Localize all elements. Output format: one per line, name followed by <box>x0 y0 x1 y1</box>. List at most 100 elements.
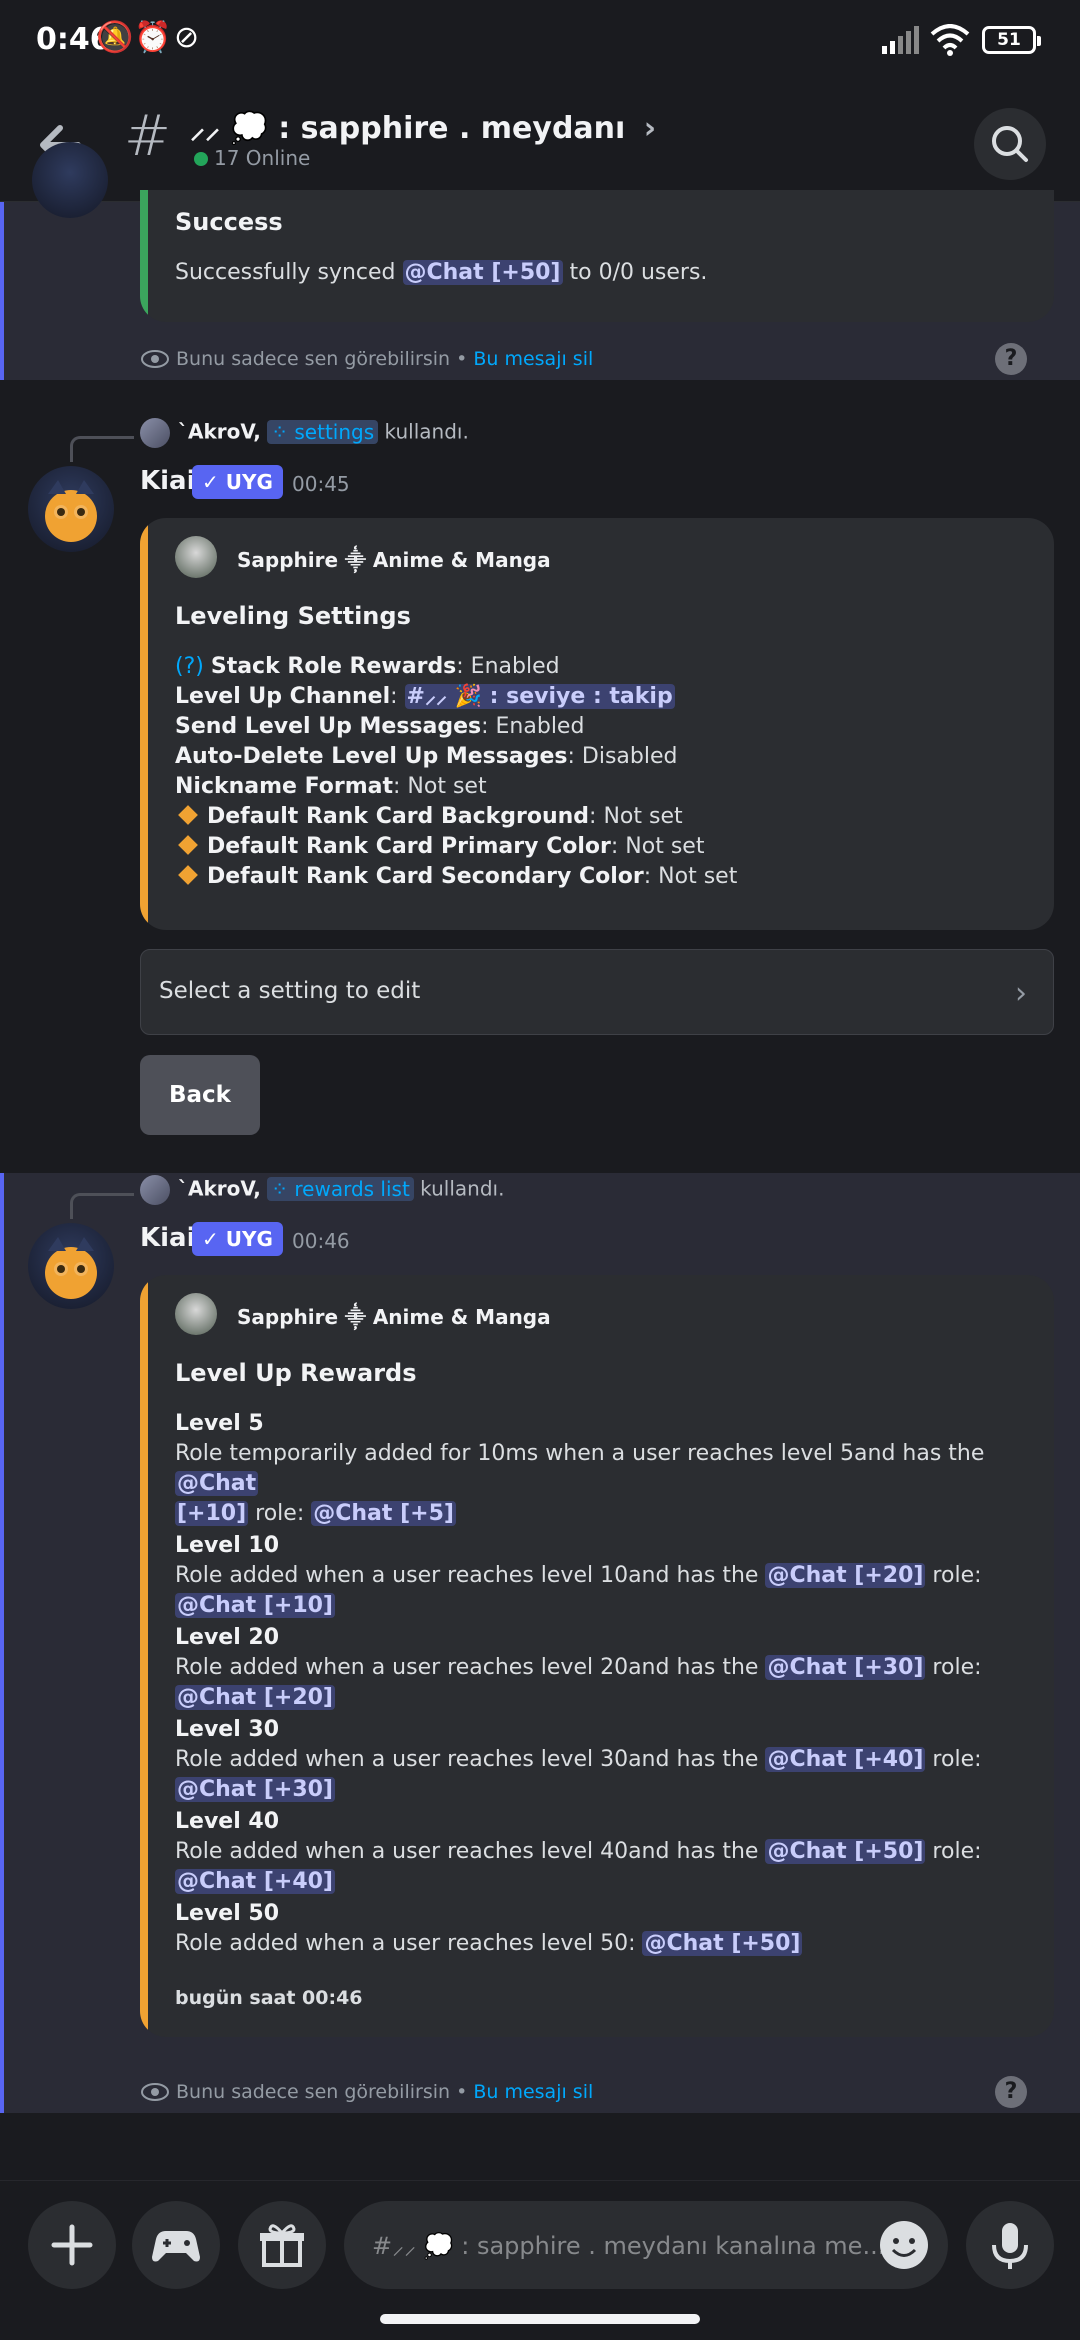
wifi-icon <box>930 24 970 56</box>
message-timestamp: 00:46 <box>292 1229 350 1253</box>
setting-key: Level Up Channel <box>175 684 391 709</box>
eye-icon <box>141 350 169 368</box>
help-link[interactable]: (?) <box>175 654 204 679</box>
channel-hash-icon: # <box>124 104 171 169</box>
embed-title: Level Up Rewards <box>175 1359 417 1387</box>
setting-value: : Enabled <box>481 714 585 739</box>
dismiss-message-link[interactable]: Bu mesajı sil <box>473 348 593 370</box>
text: Role added when a user reaches level 50: <box>175 1931 643 1956</box>
voice-message-button[interactable] <box>966 2201 1054 2289</box>
setting-key: Default Rank Card Secondary Color <box>207 864 644 889</box>
search-button[interactable] <box>974 108 1046 180</box>
emoji-icon[interactable] <box>878 2219 930 2271</box>
setting-line: (?) Stack Role Rewards: Enabled <box>175 652 737 682</box>
command-reply-header: `AkroV, ⁘ rewards list kullandı. <box>140 1175 504 1205</box>
text: Role added when a user reaches level 20a… <box>175 1655 766 1680</box>
role-mention[interactable]: @Chat [+50] <box>765 1839 926 1864</box>
embed-description: Successfully synced @Chat [+50] to 0/0 u… <box>175 258 707 288</box>
role-mention[interactable]: @Chat [+40] <box>175 1869 335 1894</box>
role-mention[interactable]: @Chat [+20] <box>175 1685 335 1710</box>
reply-suffix: kullandı. <box>384 419 469 444</box>
role-mention[interactable]: @Chat [+50] <box>402 260 563 285</box>
online-dot-icon <box>194 152 208 166</box>
reward-description: Role added when a user reaches level 20a… <box>175 1653 1045 1713</box>
command-chip[interactable]: ⁘ rewards list <box>267 1176 414 1201</box>
text: Role temporarily added for 10ms when a u… <box>175 1441 985 1466</box>
reward-item: Level 30 Role added when a user reaches … <box>175 1715 1045 1805</box>
role-mention[interactable]: @Chat [+50] <box>642 1931 803 1956</box>
setting-line: Level Up Channel: #⸝⸝ 🎉 : seviye : takip <box>175 682 737 712</box>
role-mention[interactable]: @Chat [+30] <box>175 1777 335 1802</box>
app-tag: ✓ UYG <box>192 465 283 499</box>
role-mention[interactable]: @Chat [+5] <box>311 1501 456 1526</box>
role-mention[interactable]: [+10] <box>175 1501 249 1526</box>
reward-item: Level 10 Role added when a user reaches … <box>175 1531 1045 1621</box>
kiai-avatar-icon <box>45 1237 97 1299</box>
text: role: <box>925 1747 982 1772</box>
select-placeholder: Select a setting to edit <box>159 978 421 1004</box>
dismiss-message-link[interactable]: Bu mesajı sil <box>473 2081 593 2103</box>
setting-select[interactable]: Select a setting to edit › <box>140 949 1054 1035</box>
reward-item: Level 20 Role added when a user reaches … <box>175 1623 1045 1713</box>
add-attachment-button[interactable] <box>28 2201 116 2289</box>
reward-level: Level 20 <box>175 1625 280 1650</box>
channel-title[interactable]: ⸝⸝ 💭 : sapphire . meydanı › <box>190 106 656 147</box>
command-chip[interactable]: ⁘ settings <box>267 419 379 444</box>
reward-description: Role added when a user reaches level 30a… <box>175 1745 1045 1805</box>
activities-button[interactable] <box>132 2201 220 2289</box>
separator: • <box>450 2081 474 2103</box>
gift-icon <box>260 2224 304 2267</box>
setting-line: Send Level Up Messages: Enabled <box>175 712 737 742</box>
role-mention[interactable]: @Chat [+10] <box>175 1593 335 1618</box>
help-icon[interactable]: ? <box>995 343 1027 375</box>
leveling-settings-embed: Sapphire ⸎ Anime & Manga Leveling Settin… <box>140 518 1054 930</box>
reply-suffix: kullandı. <box>420 1176 505 1201</box>
role-mention[interactable]: @Chat <box>175 1471 259 1496</box>
signal-icon <box>882 26 919 54</box>
microphone-icon <box>992 2223 1028 2269</box>
message-author[interactable]: Kiai <box>140 1223 196 1253</box>
plus-icon <box>51 2224 93 2266</box>
server-icon <box>175 536 217 578</box>
role-mention[interactable]: @Chat [+20] <box>765 1563 926 1588</box>
reward-level: Level 10 <box>175 1533 280 1558</box>
help-icon[interactable]: ? <box>995 2076 1027 2108</box>
back-button[interactable]: Back <box>140 1055 260 1135</box>
text: Role added when a user reaches level 10a… <box>175 1563 766 1588</box>
bot-avatar[interactable] <box>28 466 114 552</box>
gamepad-icon <box>152 2231 200 2262</box>
text: to 0/0 users. <box>562 260 708 285</box>
bot-avatar[interactable] <box>28 1223 114 1309</box>
alarm-icon: ⏰ <box>134 20 172 55</box>
setting-key: Default Rank Card Background <box>207 804 590 829</box>
reward-item: Level 5 Role temporarily added for 10ms … <box>175 1409 1035 1529</box>
role-mention[interactable]: @Chat [+30] <box>765 1655 926 1680</box>
reward-level: Level 40 <box>175 1809 280 1834</box>
message-author[interactable]: Kiai <box>140 466 196 496</box>
reply-username[interactable]: `AkroV, <box>178 420 261 444</box>
embed-accent-bar <box>140 518 148 930</box>
home-indicator[interactable] <box>380 2314 700 2324</box>
diamond-icon <box>178 835 198 855</box>
setting-value: : Not set <box>589 804 683 829</box>
kiai-avatar-icon <box>45 480 97 542</box>
reply-connector <box>70 1193 134 1219</box>
text: Successfully synced <box>175 260 403 285</box>
channel-mention[interactable]: #⸝⸝ 🎉 : seviye : takip <box>404 684 675 709</box>
role-mention[interactable]: @Chat [+40] <box>765 1747 926 1772</box>
reply-username[interactable]: `AkroV, <box>178 1177 261 1201</box>
gift-button[interactable] <box>238 2201 326 2289</box>
chevron-right-icon: › <box>1015 976 1027 1011</box>
separator: • <box>450 348 474 370</box>
reward-description: Role temporarily added for 10ms when a u… <box>175 1439 1035 1529</box>
text: Role added when a user reaches level 40a… <box>175 1839 766 1864</box>
reply-avatar <box>140 1175 170 1205</box>
message-input[interactable]: #⸝⸝ 💭 : sapphire . meydanı kanalına me..… <box>344 2201 948 2289</box>
avatar <box>32 142 108 218</box>
reward-description: Role added when a user reaches level 50:… <box>175 1929 1045 1959</box>
setting-value: : Not set <box>393 774 487 799</box>
text: role: <box>925 1563 982 1588</box>
channel-name: ⸝⸝ 💭 : sapphire . meydanı <box>190 111 626 146</box>
setting-line: Default Rank Card Primary Color: Not set <box>175 832 737 862</box>
reward-item: Level 50 Role added when a user reaches … <box>175 1899 1045 1959</box>
